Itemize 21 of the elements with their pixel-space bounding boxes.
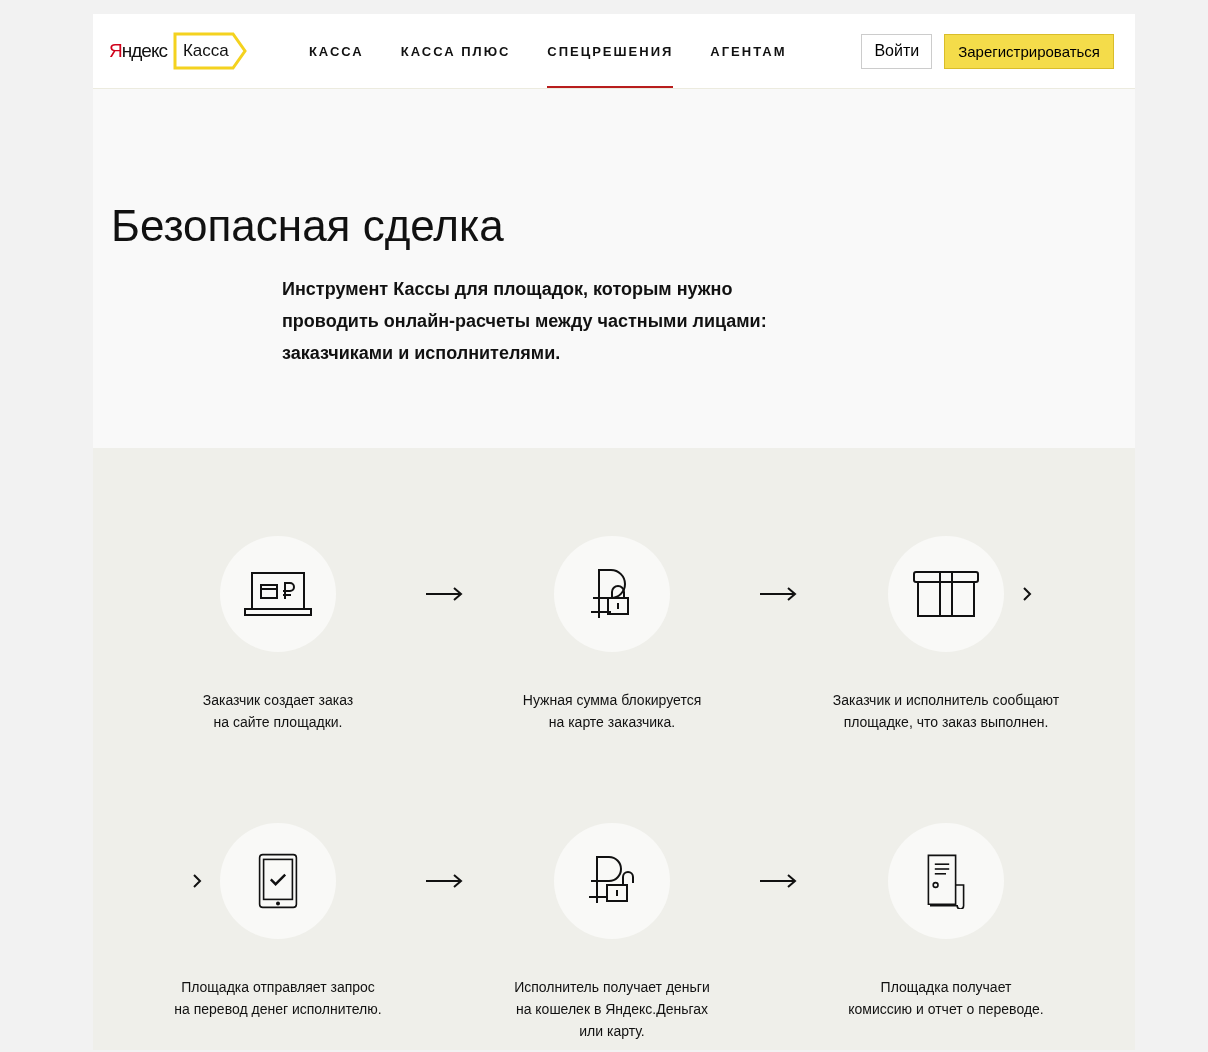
nav-tab[interactable]: КАССА bbox=[308, 14, 364, 88]
page-title: Безопасная сделка bbox=[111, 201, 505, 251]
step-description: Заказчик создает заказ на сайте площадки. bbox=[201, 691, 355, 732]
step-description: Исполнитель получает деньги на кошелек в Яндекс.Деньгах или карту. bbox=[513, 978, 711, 1041]
arrow-icon bbox=[426, 586, 464, 602]
brand-logo[interactable]: Яндекс bbox=[109, 40, 167, 62]
chevron-icon bbox=[1022, 586, 1032, 602]
step-description: Площадка получает комиссию и отчет о переводе. bbox=[847, 978, 1045, 1019]
step-description: Площадка отправляет запрос на перевод денег исполнителю. bbox=[173, 978, 383, 1019]
product-logo[interactable]: Касса bbox=[172, 32, 247, 70]
nav-tab[interactable]: КАССА ПЛЮС bbox=[400, 14, 511, 88]
nav-tab[interactable]: АГЕНТАМ bbox=[710, 14, 787, 88]
arrow-icon bbox=[760, 586, 798, 602]
arrow-icon bbox=[760, 873, 798, 889]
chevron-icon bbox=[192, 873, 202, 889]
hero-description: Инструмент Кассы для площадок, которым нужно проводить онлайн-расчеты между частными лицами: заказчиками и исполнителями. bbox=[282, 278, 768, 365]
arrow-icon bbox=[426, 873, 464, 889]
login-button[interactable]: Войти bbox=[861, 33, 933, 69]
step-description: Нужная сумма блокируется на карте заказчика. bbox=[521, 691, 703, 732]
step-description: Заказчик и исполнитель сообщают площадке, что заказ выполнен. bbox=[831, 691, 1061, 732]
register-button[interactable]: Зарегистрироваться bbox=[944, 33, 1114, 69]
